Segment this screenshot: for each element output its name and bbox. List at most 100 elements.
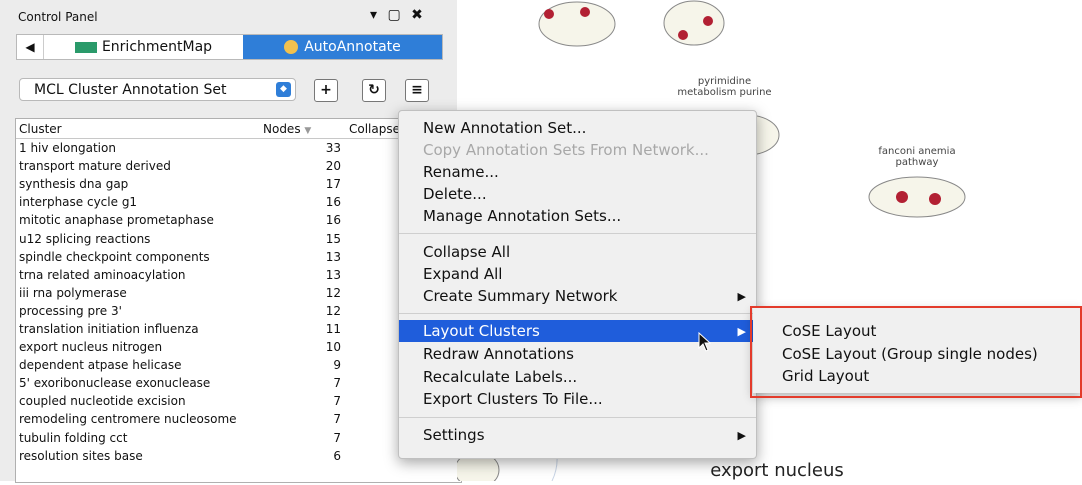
table-row[interactable]: remodeling centromere nucleosome 7: [16, 410, 461, 428]
table-row[interactable]: translation initiation influenza 11: [16, 320, 461, 338]
cluster-name-cell: 5' exoribonuclease exonuclease: [19, 376, 211, 391]
network-node[interactable]: [580, 7, 590, 17]
column-header-cluster[interactable]: Cluster: [16, 122, 259, 136]
table-header: Cluster Nodes ▼ Collapse: [16, 119, 461, 139]
panel-dropdown-icon[interactable]: ▾: [370, 7, 377, 23]
table-row[interactable]: 5' exoribonuclease exonuclease 7: [16, 374, 461, 392]
cluster-name-cell: processing pre 3': [19, 303, 122, 318]
table-row[interactable]: u12 splicing reactions 15: [16, 229, 461, 247]
annotation-set-select[interactable]: MCL Cluster Annotation Set ◆: [19, 78, 296, 101]
tab-enrichmentmap[interactable]: EnrichmentMap: [44, 35, 243, 59]
cluster-name-cell: export nucleus nitrogen: [19, 340, 163, 355]
cluster-name-cell: resolution sites base: [19, 448, 143, 463]
submenu-item-cose-layout[interactable]: CoSE Layout: [753, 320, 1082, 342]
menu-item-new-annotation-set[interactable]: New Annotation Set...: [399, 117, 756, 139]
panel-controls: ▾ ▢ ✖: [370, 7, 429, 23]
tab-label: AutoAnnotate: [304, 39, 401, 55]
table-row[interactable]: tubulin folding cct 7: [16, 429, 461, 447]
nodes-count-cell: 11: [325, 321, 341, 336]
network-node[interactable]: [929, 193, 941, 205]
table-row[interactable]: iii rna polymerase 12: [16, 284, 461, 302]
tab-autoannotate[interactable]: AutoAnnotate: [243, 35, 442, 59]
table-row[interactable]: coupled nucleotide excision 7: [16, 392, 461, 410]
nodes-count-cell: 20: [325, 159, 341, 174]
nodes-count-cell: 13: [325, 249, 341, 264]
cluster-name-cell: 1 hiv elongation: [19, 141, 116, 156]
cluster-name-cell: spindle checkpoint components: [19, 249, 210, 264]
nodes-count-cell: 7: [333, 412, 341, 427]
table-row[interactable]: interphase cycle g1 16: [16, 193, 461, 211]
select-arrows-icon: ◆: [276, 82, 291, 97]
cluster-shape[interactable]: [538, 1, 616, 47]
nodes-count-cell: 13: [325, 267, 341, 282]
submenu-item-cose-layout-group[interactable]: CoSE Layout (Group single nodes): [753, 343, 1082, 365]
menu-item-create-summary-network[interactable]: Create Summary Network ▶: [399, 285, 756, 307]
nodes-count-cell: 16: [325, 213, 341, 228]
menu-item-settings[interactable]: Settings ▶: [399, 424, 756, 446]
menu-item-delete[interactable]: Delete...: [399, 183, 756, 205]
cluster-label: fanconi anemia pathway: [852, 146, 982, 168]
network-node[interactable]: [703, 16, 713, 26]
cluster-label-line: pathway: [895, 157, 939, 168]
menu-item-copy-annotation-sets: Copy Annotation Sets From Network...: [423, 141, 709, 159]
menu-item-manage-annotation-sets[interactable]: Manage Annotation Sets...: [399, 205, 756, 227]
nodes-count-cell: 12: [325, 303, 341, 318]
table-row[interactable]: export nucleus nitrogen 10: [16, 338, 461, 356]
submenu-item-grid-layout[interactable]: Grid Layout: [753, 365, 1082, 387]
table-row[interactable]: spindle checkpoint components 13: [16, 248, 461, 266]
cluster-name-cell: tubulin folding cct: [19, 430, 128, 445]
menu-item-label: Settings: [423, 426, 485, 444]
cluster-name-cell: u12 splicing reactions: [19, 231, 151, 246]
nodes-header-label: Nodes: [263, 121, 301, 136]
submenu-arrow-icon: ▶: [737, 324, 746, 338]
menu-item-export-clusters[interactable]: Export Clusters To File...: [399, 388, 756, 410]
column-header-nodes[interactable]: Nodes ▼: [259, 122, 345, 136]
cluster-shape[interactable]: [663, 0, 725, 46]
add-annotation-set-button[interactable]: +: [314, 79, 338, 102]
table-row[interactable]: resolution sites base 6: [16, 447, 461, 465]
menu-item-recalculate-labels[interactable]: Recalculate Labels...: [399, 366, 756, 388]
panel-float-icon[interactable]: ▢: [387, 7, 400, 23]
cluster-name-cell: mitotic anaphase prometaphase: [19, 213, 214, 228]
table-row[interactable]: mitotic anaphase prometaphase 16: [16, 211, 461, 229]
table-row[interactable]: transport mature derived 20: [16, 157, 461, 175]
cluster-label-line: pyrimidine: [697, 76, 752, 87]
cluster-name-cell: synthesis dna gap: [19, 177, 129, 192]
network-node[interactable]: [544, 9, 554, 19]
cluster-label-line: metabolism purine: [677, 87, 772, 98]
panel-close-icon[interactable]: ✖: [411, 7, 423, 23]
menu-item-label: Create Summary Network: [423, 287, 618, 305]
nodes-count-cell: 12: [325, 285, 341, 300]
panel-tab-bar: ◀ EnrichmentMap AutoAnnotate: [16, 34, 443, 60]
nodes-count-cell: 10: [325, 340, 341, 355]
table-row[interactable]: 1 hiv elongation 33: [16, 139, 461, 157]
cluster-table: Cluster Nodes ▼ Collapse 1 hiv elongatio…: [15, 118, 462, 483]
network-node[interactable]: [896, 191, 908, 203]
nodes-count-cell: 6: [333, 448, 341, 463]
nodes-count-cell: 7: [333, 394, 341, 409]
table-row[interactable]: synthesis dna gap 17: [16, 175, 461, 193]
layout-submenu: CoSE Layout CoSE Layout (Group single no…: [753, 307, 1082, 393]
nodes-count-cell: 7: [333, 376, 341, 391]
tab-back-button[interactable]: ◀: [17, 35, 44, 59]
nodes-count-cell: 16: [325, 195, 341, 210]
cluster-name-cell: transport mature derived: [19, 159, 171, 174]
cluster-label-line: fanconi anemia: [878, 146, 956, 157]
table-row[interactable]: trna related aminoacylation 13: [16, 266, 461, 284]
network-node[interactable]: [678, 30, 688, 40]
control-panel: Control Panel ▾ ▢ ✖ ◀ EnrichmentMap Auto…: [0, 0, 462, 483]
table-row[interactable]: processing pre 3' 12: [16, 302, 461, 320]
cluster-shape[interactable]: [868, 176, 966, 218]
refresh-button[interactable]: ↻: [362, 79, 386, 102]
menu-button[interactable]: ≡: [405, 79, 429, 102]
menu-item-rename[interactable]: Rename...: [399, 161, 756, 183]
menu-item-collapse-all[interactable]: Collapse All: [399, 241, 756, 263]
column-header-collapse[interactable]: Collapse: [345, 122, 400, 136]
nodes-count-cell: 33: [325, 141, 341, 156]
cluster-label: pyrimidine metabolism purine: [657, 76, 792, 98]
menu-item-expand-all[interactable]: Expand All: [399, 263, 756, 285]
nodes-count-cell: 15: [325, 231, 341, 246]
table-row[interactable]: dependent atpase helicase 9: [16, 356, 461, 374]
cluster-name-cell: remodeling centromere nucleosome: [19, 412, 237, 427]
cluster-name-cell: dependent atpase helicase: [19, 358, 182, 373]
